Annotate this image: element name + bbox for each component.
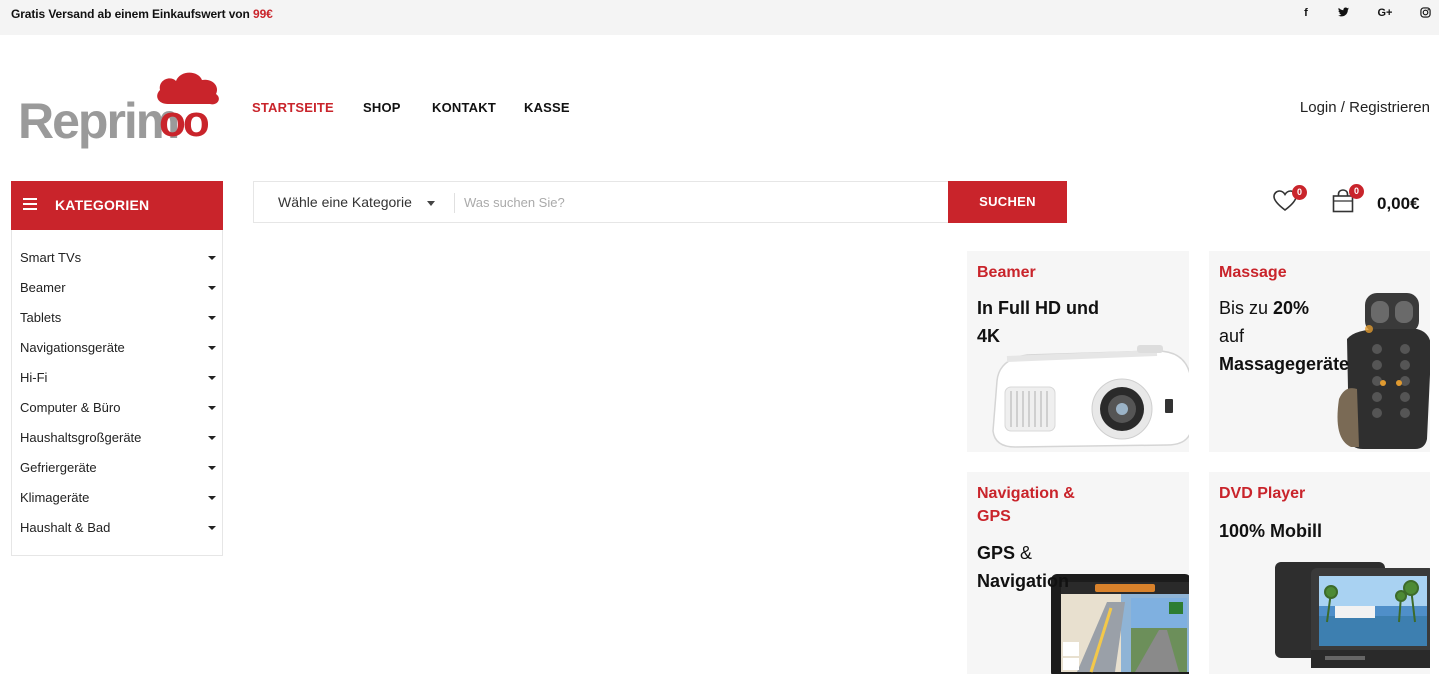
free-shipping-notice: Gratis Versand ab einem Einkaufswert von…: [11, 7, 273, 21]
account-separator: /: [1336, 99, 1350, 116]
search-button[interactable]: SUCHEN: [948, 181, 1067, 223]
category-select[interactable]: Wähle eine Kategorie: [278, 194, 412, 210]
promo-massage-title: Massage: [1219, 264, 1287, 281]
promo-beamer-title: Beamer: [977, 264, 1036, 281]
top-bar: Gratis Versand ab einem Einkaufswert von…: [0, 0, 1439, 35]
google-plus-icon[interactable]: G+: [1376, 7, 1394, 19]
promo-tile-navigation[interactable]: Navigation & GPS GPS & Navigation: [967, 472, 1189, 674]
chevron-down-icon[interactable]: [208, 256, 216, 260]
wishlist-count-badge: 0: [1292, 185, 1307, 200]
chevron-down-icon[interactable]: [208, 526, 216, 530]
facebook-icon[interactable]: f: [1298, 7, 1314, 19]
free-shipping-amount: 99€: [253, 7, 273, 21]
search-bar: Wähle eine Kategorie SUCHEN: [253, 181, 1067, 223]
chevron-down-icon[interactable]: [208, 286, 216, 290]
promo-tile-massage[interactable]: Massage Bis zu 20% auf Massagegeräte: [1209, 251, 1430, 452]
category-item-gefriergeraete[interactable]: Gefriergeräte: [20, 456, 216, 478]
chevron-down-icon[interactable]: [208, 466, 216, 470]
menu-icon: [23, 198, 37, 210]
cart-total[interactable]: 0,00€: [1377, 194, 1420, 214]
login-link[interactable]: Login: [1300, 99, 1337, 116]
category-item-smart-tvs[interactable]: Smart TVs: [20, 246, 216, 268]
chevron-down-icon[interactable]: [208, 496, 216, 500]
promo-navigation-subtitle: GPS & Navigation: [977, 543, 1070, 591]
promo-dvd-subtitle: 100% Mobill: [1219, 521, 1323, 541]
category-list: Smart TVs Beamer Tablets Navigationsgerä…: [11, 230, 223, 556]
nav-startseite[interactable]: STARTSEITE: [252, 100, 334, 115]
category-item-klimageraete[interactable]: Klimageräte: [20, 486, 216, 508]
category-item-navigationsgeraete[interactable]: Navigationsgeräte: [20, 336, 216, 358]
promo-navigation-title: Navigation & GPS: [977, 485, 1075, 525]
category-item-computer-buero[interactable]: Computer & Büro: [20, 396, 216, 418]
promo-dvd-title: DVD Player: [1219, 485, 1306, 502]
wishlist-button[interactable]: 0: [1273, 185, 1307, 214]
chevron-down-icon[interactable]: [208, 406, 216, 410]
promo-massage-subtitle: Bis zu 20% auf Massagegeräte: [1219, 298, 1350, 374]
search-divider: [454, 193, 455, 213]
category-item-hi-fi[interactable]: Hi-Fi: [20, 366, 216, 388]
category-item-haushalt-bad[interactable]: Haushalt & Bad: [20, 516, 216, 538]
logo-graphic: Reprim oo: [18, 72, 219, 149]
categories-toggle[interactable]: KATEGORIEN: [11, 181, 223, 230]
projector-image: [992, 345, 1189, 448]
chevron-down-icon[interactable]: [208, 436, 216, 440]
account-links: Login / Registrieren: [1300, 99, 1430, 116]
register-link[interactable]: Registrieren: [1349, 99, 1430, 116]
cart-count-badge: 0: [1349, 184, 1364, 199]
chevron-down-icon[interactable]: [427, 201, 435, 206]
promo-tile-beamer[interactable]: Beamer In Full HD und 4K: [967, 251, 1189, 452]
cart-button[interactable]: 0: [1332, 184, 1366, 215]
chevron-down-icon[interactable]: [208, 376, 216, 380]
search-input[interactable]: [464, 188, 944, 216]
logo-text-grey: Reprim: [18, 93, 178, 149]
category-item-tablets[interactable]: Tablets: [20, 306, 216, 328]
instagram-icon[interactable]: [1417, 7, 1433, 21]
nav-kontakt[interactable]: KONTAKT: [432, 100, 496, 115]
category-item-beamer[interactable]: Beamer: [20, 276, 216, 298]
nav-shop[interactable]: SHOP: [363, 100, 401, 115]
site-logo[interactable]: Reprim oo: [18, 70, 223, 150]
promo-tile-dvd[interactable]: DVD Player 100% Mobill: [1209, 472, 1430, 674]
chevron-down-icon[interactable]: [208, 316, 216, 320]
twitter-icon[interactable]: [1335, 7, 1351, 20]
gps-device-image: [1051, 574, 1189, 674]
categories-title: KATEGORIEN: [55, 197, 150, 213]
nav-kasse[interactable]: KASSE: [524, 100, 570, 115]
chevron-down-icon[interactable]: [208, 346, 216, 350]
category-item-haushaltsgrossgeraete[interactable]: Haushaltsgroßgeräte: [20, 426, 216, 448]
promo-beamer-subtitle: In Full HD und 4K: [977, 298, 1099, 346]
dvd-player-image: [1275, 562, 1430, 668]
logo-text-red: oo: [159, 97, 209, 146]
